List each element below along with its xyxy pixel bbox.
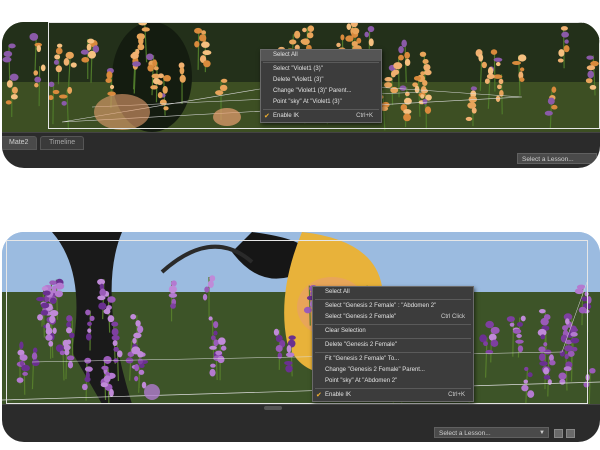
menu-item-shortcut: Ctrl+K xyxy=(356,113,373,119)
check-icon: ✔ xyxy=(264,113,270,120)
menu-item-label: Delete "Violet1 (3)" xyxy=(273,77,324,83)
menu-item-label: Select All xyxy=(273,52,298,58)
menu-item-point-sky[interactable]: Point "sky" At "Abdomen 2" xyxy=(313,376,473,387)
lesson-select-label: Select a Lesson... xyxy=(439,430,491,437)
menu-item-select-figure[interactable]: Select "Genesis 2 Female" Ctrl Click xyxy=(313,312,473,323)
bottom-toolbar: Select a Lesson... ▼ xyxy=(2,404,600,442)
menu-item-change-parent[interactable]: Change "Violet1 (3)" Parent... xyxy=(261,86,381,97)
menu-item-label: Delete "Genesis 2 Female" xyxy=(325,342,397,348)
tab-label: Mate2 xyxy=(9,139,29,146)
menu-item-label: Point "sky" At "Violet1 (3)" xyxy=(273,99,342,105)
splitter-handle[interactable] xyxy=(264,406,282,410)
context-menu: Select All Select "Violet1 (3)" Delete "… xyxy=(260,49,382,123)
menu-item-enable-ik[interactable]: ✔ Enable IK Ctrl+K xyxy=(313,390,473,401)
menu-item-enable-ik[interactable]: ✔ Enable IK Ctrl+K xyxy=(261,111,381,122)
menu-item-label: Enable IK xyxy=(325,392,352,398)
window-button-icon[interactable] xyxy=(566,429,575,438)
lesson-select-label: Select a Lesson... xyxy=(522,156,574,163)
context-menu: Select All Select "Genesis 2 Female" : "… xyxy=(312,286,474,402)
menu-item-label: Change "Genesis 2 Female" Parent... xyxy=(325,367,425,373)
menu-item-label: Clear Selection xyxy=(325,328,366,334)
menu-item-shortcut: Ctrl Click xyxy=(441,314,465,320)
menu-item-label: Change "Violet1 (3)" Parent... xyxy=(273,88,352,94)
menu-item-label: Point "sky" At "Abdomen 2" xyxy=(325,378,398,384)
menu-item-label: Select "Genesis 2 Female" : "Abdomen 2" xyxy=(325,303,437,309)
menu-item-label: Select "Violet1 (3)" xyxy=(273,66,323,72)
scene-illustration-bottom xyxy=(2,232,600,404)
menu-item-label: Enable IK xyxy=(273,113,300,119)
menu-separator xyxy=(315,338,471,339)
menu-item-select-all[interactable]: Select All xyxy=(261,50,381,61)
menu-separator xyxy=(263,62,379,63)
menu-item-label: Select All xyxy=(325,289,350,295)
menu-separator xyxy=(315,388,471,389)
viewport-3d-top[interactable]: Select All Select "Violet1 (3)" Delete "… xyxy=(2,22,600,132)
menu-item-delete-object[interactable]: Delete "Violet1 (3)" xyxy=(261,75,381,86)
viewport-3d-bottom[interactable]: Select All Select "Genesis 2 Female" : "… xyxy=(2,232,600,404)
lesson-select[interactable]: Select a Lesson... xyxy=(517,153,597,164)
window-button-icon[interactable] xyxy=(554,429,563,438)
tab-label: Timeline xyxy=(49,139,76,146)
tab-timeline[interactable]: Timeline xyxy=(40,136,85,150)
bottom-toolbar: Mate2 Timeline Select a Lesson... xyxy=(2,132,600,168)
menu-item-select-bone[interactable]: Select "Genesis 2 Female" : "Abdomen 2" xyxy=(313,301,473,312)
menu-separator xyxy=(263,109,379,110)
menu-item-select-object[interactable]: Select "Violet1 (3)" xyxy=(261,64,381,75)
check-icon: ✔ xyxy=(316,392,322,399)
menu-separator xyxy=(315,352,471,353)
menu-item-fit-figure[interactable]: Fit "Genesis 2 Female" To... xyxy=(313,354,473,365)
menu-item-change-parent[interactable]: Change "Genesis 2 Female" Parent... xyxy=(313,365,473,376)
chevron-down-icon: ▼ xyxy=(539,430,545,436)
menu-item-select-all[interactable]: Select All xyxy=(313,287,473,298)
tab-mate2[interactable]: Mate2 xyxy=(2,136,38,150)
menu-item-delete-figure[interactable]: Delete "Genesis 2 Female" xyxy=(313,340,473,351)
menu-item-clear-selection[interactable]: Clear Selection xyxy=(313,326,473,337)
menu-separator xyxy=(315,299,471,300)
menu-separator xyxy=(315,324,471,325)
menu-item-label: Select "Genesis 2 Female" xyxy=(325,314,397,320)
menu-item-point-sky[interactable]: Point "sky" At "Violet1 (3)" xyxy=(261,97,381,108)
lesson-select[interactable]: Select a Lesson... ▼ xyxy=(434,427,549,438)
screenshot-bottom: Select All Select "Genesis 2 Female" : "… xyxy=(2,232,600,442)
menu-item-shortcut: Ctrl+K xyxy=(448,392,465,398)
screenshot-top: Select All Select "Violet1 (3)" Delete "… xyxy=(2,22,600,168)
menu-item-label: Fit "Genesis 2 Female" To... xyxy=(325,356,400,362)
